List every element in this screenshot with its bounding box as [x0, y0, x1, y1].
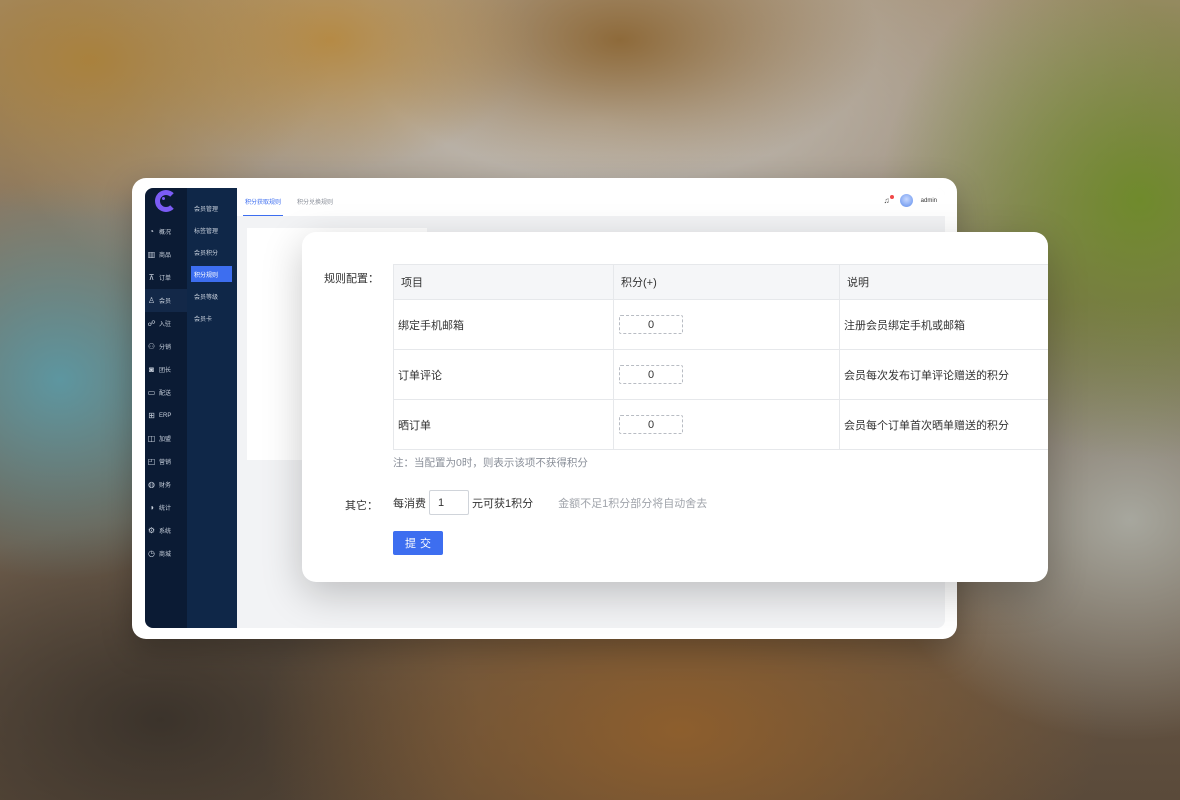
rule-config-label: 规则配置：	[324, 273, 379, 285]
sidebar-item-store[interactable]: ◷ 商城	[145, 542, 187, 565]
distribution-icon: ⚇	[147, 341, 156, 351]
row-desc: 注册会员绑定手机或邮箱	[839, 299, 1048, 350]
table-row: 晒订单 会员每个订单首次晒单赠送的积分	[393, 399, 1048, 450]
tab-points-earn-rules[interactable]: 积分获取规则	[243, 197, 284, 216]
subnav-item-member-points[interactable]: 会员积分	[191, 244, 232, 260]
leader-icon: ◙	[149, 364, 154, 374]
subnav-item-points-rules[interactable]: 积分规则	[191, 266, 232, 282]
header-desc: 说明	[839, 264, 1048, 300]
spend-suffix: 元可获1积分	[472, 497, 534, 510]
delivery-icon: ▭	[147, 387, 156, 397]
tab-points-redeem-rules[interactable]: 积分兑换规则	[295, 197, 335, 216]
row-points-cell	[613, 349, 840, 400]
sidebar-item-marketing[interactable]: ◰ 营销	[145, 450, 187, 473]
user-icon: ♙	[147, 295, 156, 305]
spend-prefix: 每消费	[393, 497, 426, 510]
points-input[interactable]	[619, 315, 683, 334]
sidebar-item-system[interactable]: ⚙ 系统	[145, 519, 187, 542]
table-row: 绑定手机邮箱 注册会员绑定手机或邮箱	[393, 299, 1048, 350]
sidebar-item-finance[interactable]: ◍ 财务	[145, 473, 187, 496]
gear-icon: ⚙	[147, 525, 156, 535]
sidebar-item-leader[interactable]: ◙ 团长	[145, 358, 187, 381]
subnav-item-tag-manage[interactable]: 标签管理	[191, 222, 232, 238]
member-subnav: 会员管理 标签管理 会员积分 积分规则 会员等级 会员卡	[187, 188, 237, 628]
cart-icon: ⊼	[148, 272, 155, 282]
dashboard-icon: ◔	[149, 226, 154, 236]
row-desc: 会员每个订单首次晒单赠送的积分	[839, 399, 1048, 450]
erp-icon: ⊞	[148, 410, 155, 420]
row-desc: 会员每次发布订单评论赠送的积分	[839, 349, 1048, 400]
rules-table: 项目 积分(+) 说明 绑定手机邮箱 注册会员绑定手机或邮箱 订单评论 会员每次…	[393, 264, 1048, 450]
store-icon: ◷	[148, 548, 155, 558]
bell-icon[interactable]: ♫	[884, 195, 894, 205]
avatar[interactable]	[899, 194, 913, 207]
sidebar-item-stats[interactable]: ◑ 统计	[145, 496, 187, 519]
points-input[interactable]	[619, 365, 683, 384]
spend-rule-row: 每消费 元可获1积分 金额不足1积分部分将自动舍去	[393, 490, 707, 515]
table-header-row: 项目 积分(+) 说明	[393, 264, 1048, 300]
row-item: 绑定手机邮箱	[393, 299, 614, 350]
header-item: 项目	[393, 264, 614, 300]
spend-amount-input[interactable]	[429, 490, 469, 515]
header-points: 积分(+)	[613, 264, 840, 300]
spend-hint: 金额不足1积分部分将自动舍去	[558, 497, 708, 510]
points-input[interactable]	[619, 415, 683, 434]
app-logo-icon	[155, 190, 177, 212]
subnav-item-member-card[interactable]: 会员卡	[191, 310, 232, 326]
row-item: 晒订单	[393, 399, 614, 450]
finance-icon: ◍	[148, 479, 155, 489]
marketing-icon: ◰	[147, 456, 156, 466]
sidebar-item-delivery[interactable]: ▭ 配送	[145, 381, 187, 404]
sidebar-item-distribution[interactable]: ⚇ 分销	[145, 335, 187, 358]
user-name[interactable]: admin	[921, 198, 937, 204]
main-nav: ◔ 概况 ▥ 商品 ⊼ 订单 ♙ 会员 ☍ 入驻 ⚇ 分销 ◙ 团长 ▭ 配送 ⊞ ERP ◫ 加盟…	[145, 220, 187, 565]
sidebar-item-goods[interactable]: ▥ 商品	[145, 243, 187, 266]
table-row: 订单评论 会员每次发布订单评论赠送的积分	[393, 349, 1048, 400]
config-note: 注：当配置为0时，则表示该项不获得积分	[393, 457, 588, 469]
other-label: 其它：	[345, 500, 378, 512]
sidebar-item-orders[interactable]: ⊼ 订单	[145, 266, 187, 289]
subnav-item-member-manage[interactable]: 会员管理	[191, 200, 232, 216]
row-points-cell	[613, 299, 840, 350]
sidebar-item-erp[interactable]: ⊞ ERP	[145, 404, 187, 427]
chart-icon: ◑	[149, 502, 154, 512]
top-right-tools: ♫ admin	[884, 194, 937, 207]
franchise-icon: ◫	[147, 433, 156, 443]
rule-config-panel: 规则配置： 项目 积分(+) 说明 绑定手机邮箱 注册会员绑定手机或邮箱 订单评…	[302, 232, 1048, 582]
notification-dot	[889, 195, 894, 199]
sidebar-item-franchise[interactable]: ◫ 加盟	[145, 427, 187, 450]
top-bar: 积分获取规则 积分兑换规则 ♫ admin	[237, 188, 945, 216]
sidebar-item-members[interactable]: ♙ 会员	[145, 289, 187, 312]
sidebar-item-settle[interactable]: ☍ 入驻	[145, 312, 187, 335]
submit-button[interactable]: 提交	[393, 531, 443, 555]
row-item: 订单评论	[393, 349, 614, 400]
goods-icon: ▥	[147, 249, 156, 259]
settle-icon: ☍	[147, 318, 156, 328]
main-sidebar: ◔ 概况 ▥ 商品 ⊼ 订单 ♙ 会员 ☍ 入驻 ⚇ 分销 ◙ 团长 ▭ 配送 ⊞ ERP ◫ 加盟…	[145, 188, 187, 628]
sidebar-item-overview[interactable]: ◔ 概况	[145, 220, 187, 243]
subnav-item-member-level[interactable]: 会员等级	[191, 288, 232, 304]
row-points-cell	[613, 399, 840, 450]
